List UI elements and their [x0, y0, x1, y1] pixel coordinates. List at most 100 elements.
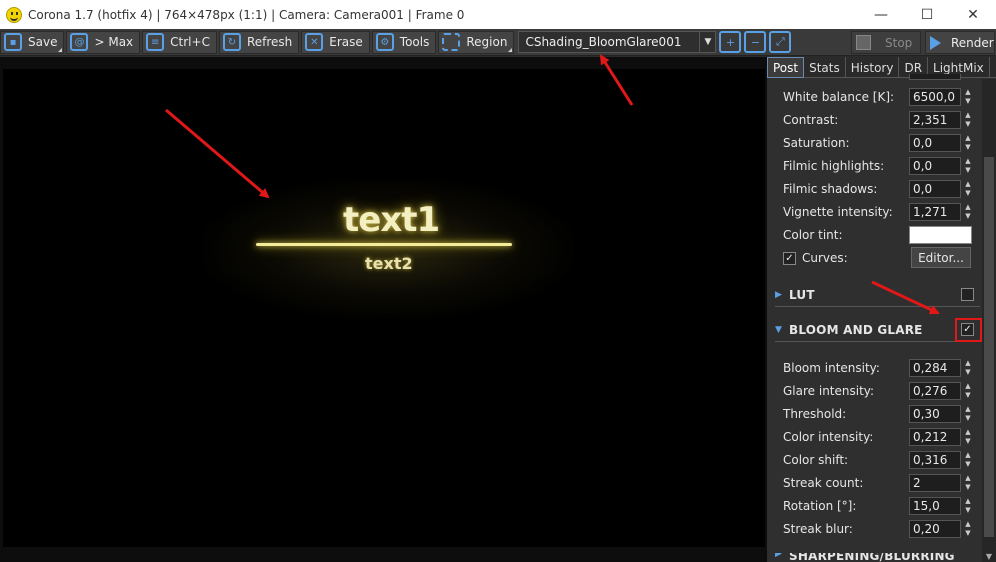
zoom-in-button[interactable]: +: [719, 31, 742, 53]
gear-icon: ⚙: [375, 33, 394, 51]
contrast-field[interactable]: 2,351: [909, 111, 961, 129]
scroll-down-icon[interactable]: ▼: [984, 552, 994, 562]
spinner-icon[interactable]: ▲ ▼: [963, 520, 973, 538]
setting-row-contrast: Contrast: 2,351 ▲ ▼: [783, 110, 973, 130]
section-lut[interactable]: ▶ LUT: [775, 283, 980, 307]
spinner-icon[interactable]: ▲ ▼: [963, 474, 973, 492]
copy-label: Ctrl+C: [170, 35, 210, 49]
section-sharpening-blurring[interactable]: ▶ SHARPENING/BLURRING: [775, 553, 980, 562]
glare-intensity-field[interactable]: 0,276: [909, 382, 961, 400]
setting-label: Filmic highlights:: [783, 159, 885, 173]
rendered-line: [256, 243, 512, 246]
shading-select-value: CShading_BloomGlare001: [525, 35, 682, 49]
setting-row-streak-blur: Streak blur: 0,20 ▲ ▼: [783, 519, 973, 539]
refresh-button[interactable]: ↻ Refresh: [218, 30, 300, 54]
bloom-intensity-field[interactable]: 0,284: [909, 359, 961, 377]
setting-label: Contrast:: [783, 113, 839, 127]
setting-label: Vignette intensity:: [783, 205, 893, 219]
erase-label: Erase: [329, 35, 363, 49]
spinner-icon[interactable]: ▲ ▼: [963, 382, 973, 400]
window-title: Corona 1.7 (hotfix 4) | 764×478px (1:1) …: [28, 7, 465, 22]
saturation-field[interactable]: 0,0: [909, 134, 961, 152]
zoom-in-icon: +: [725, 35, 736, 49]
toolbar: ▪ Save @ > Max ≡ Ctrl+C ↻ Refresh ✕ Eras…: [0, 29, 996, 56]
play-icon: [930, 35, 941, 50]
setting-row-threshold: Threshold: 0,30 ▲ ▼: [783, 404, 973, 424]
spinner-icon[interactable]: ▲ ▼: [963, 428, 973, 446]
setting-label: Threshold:: [783, 407, 847, 421]
clipped-row: [783, 74, 973, 82]
curves-checkbox[interactable]: ✓: [783, 251, 796, 265]
annotation-highlight-box: [955, 318, 982, 342]
dropdown-corner-icon: [508, 47, 513, 52]
filmic-shadows-field[interactable]: 0,0: [909, 180, 961, 198]
save-button[interactable]: ▪ Save: [0, 30, 65, 54]
clipped-value-field[interactable]: [909, 74, 961, 80]
shading-select[interactable]: CShading_BloomGlare001 ▼: [518, 31, 717, 53]
color-tint-swatch[interactable]: [909, 226, 972, 244]
spinner-icon[interactable]: ▲ ▼: [963, 203, 973, 221]
vignette-field[interactable]: 1,271: [909, 203, 961, 221]
close-button[interactable]: ✕: [950, 0, 996, 29]
rendered-text1: text1: [343, 200, 440, 240]
spinner-icon[interactable]: ▲ ▼: [963, 359, 973, 377]
curves-editor-button[interactable]: Editor...: [911, 247, 971, 268]
render-button[interactable]: Render: [925, 31, 995, 54]
stop-square-icon: [856, 35, 871, 50]
setting-label: White balance [K]:: [783, 90, 895, 104]
region-button[interactable]: Region: [438, 30, 515, 54]
streak-count-field[interactable]: 2: [909, 474, 961, 492]
zoom-out-button[interactable]: −: [744, 31, 767, 53]
setting-row-rotation: Rotation [°]: 15,0 ▲ ▼: [783, 496, 973, 516]
collapse-triangle-icon: ▼: [775, 324, 782, 335]
white-balance-field[interactable]: 6500,0: [909, 88, 961, 106]
spinner-icon[interactable]: ▲ ▼: [963, 111, 973, 129]
region-select-icon: [442, 33, 461, 51]
spinner-icon[interactable]: ▲ ▼: [963, 134, 973, 152]
max-button[interactable]: @ > Max: [66, 30, 141, 54]
stop-label: Stop: [885, 35, 913, 50]
spinner-icon[interactable]: ▲ ▼: [963, 157, 973, 175]
setting-row-curves: ✓ Curves: Editor...: [783, 247, 973, 268]
spinner-icon[interactable]: ▲ ▼: [963, 497, 973, 515]
erase-button[interactable]: ✕ Erase: [301, 30, 370, 54]
maximize-button[interactable]: ☐: [904, 0, 950, 29]
spinner-icon[interactable]: ▲ ▼: [963, 405, 973, 423]
zoom-fit-button[interactable]: ⤢: [769, 31, 792, 53]
setting-label: Rotation [°]:: [783, 499, 857, 513]
stop-button[interactable]: Stop: [851, 31, 921, 54]
setting-label: Color tint:: [783, 228, 843, 242]
lut-enable-checkbox[interactable]: [961, 288, 974, 301]
setting-label: Filmic shadows:: [783, 182, 878, 196]
color-shift-field[interactable]: 0,316: [909, 451, 961, 469]
setting-row-color-intensity: Color intensity: 0,212 ▲ ▼: [783, 427, 973, 447]
setting-row-filmic-shadows: Filmic shadows: 0,0 ▲ ▼: [783, 179, 973, 199]
setting-row-bloom-intensity: Bloom intensity: 0,284 ▲ ▼: [783, 358, 973, 378]
setting-label: Saturation:: [783, 136, 850, 150]
window-controls: — ☐ ✕: [858, 0, 996, 29]
panel-scrollbar[interactable]: ▼: [982, 79, 996, 562]
tools-button[interactable]: ⚙ Tools: [371, 30, 437, 54]
copy-button[interactable]: ≡ Ctrl+C: [142, 30, 217, 54]
setting-label: Streak count:: [783, 476, 864, 490]
section-title: SHARPENING/BLURRING: [789, 553, 955, 562]
spinner-icon[interactable]: ▲ ▼: [963, 180, 973, 198]
scrollbar-thumb[interactable]: [984, 157, 994, 537]
chevron-down-icon[interactable]: ▼: [699, 32, 715, 52]
rendered-image[interactable]: text1 text2: [3, 69, 765, 547]
render-viewport[interactable]: text1 text2: [0, 57, 767, 562]
spinner-icon[interactable]: ▲ ▼: [963, 88, 973, 106]
section-bloom-glare[interactable]: ▼ BLOOM AND GLARE ✓: [775, 318, 982, 342]
threshold-field[interactable]: 0,30: [909, 405, 961, 423]
rotation-field[interactable]: 15,0: [909, 497, 961, 515]
streak-blur-field[interactable]: 0,20: [909, 520, 961, 538]
filmic-highlights-field[interactable]: 0,0: [909, 157, 961, 175]
color-intensity-field[interactable]: 0,212: [909, 428, 961, 446]
setting-row-color-tint: Color tint:: [783, 225, 973, 245]
zoom-fit-icon: ⤢: [776, 35, 785, 48]
dropdown-corner-icon: [58, 47, 63, 52]
minimize-button[interactable]: —: [858, 0, 904, 29]
section-title: LUT: [789, 287, 815, 302]
expand-triangle-icon: ▶: [775, 289, 782, 300]
spinner-icon[interactable]: ▲ ▼: [963, 451, 973, 469]
